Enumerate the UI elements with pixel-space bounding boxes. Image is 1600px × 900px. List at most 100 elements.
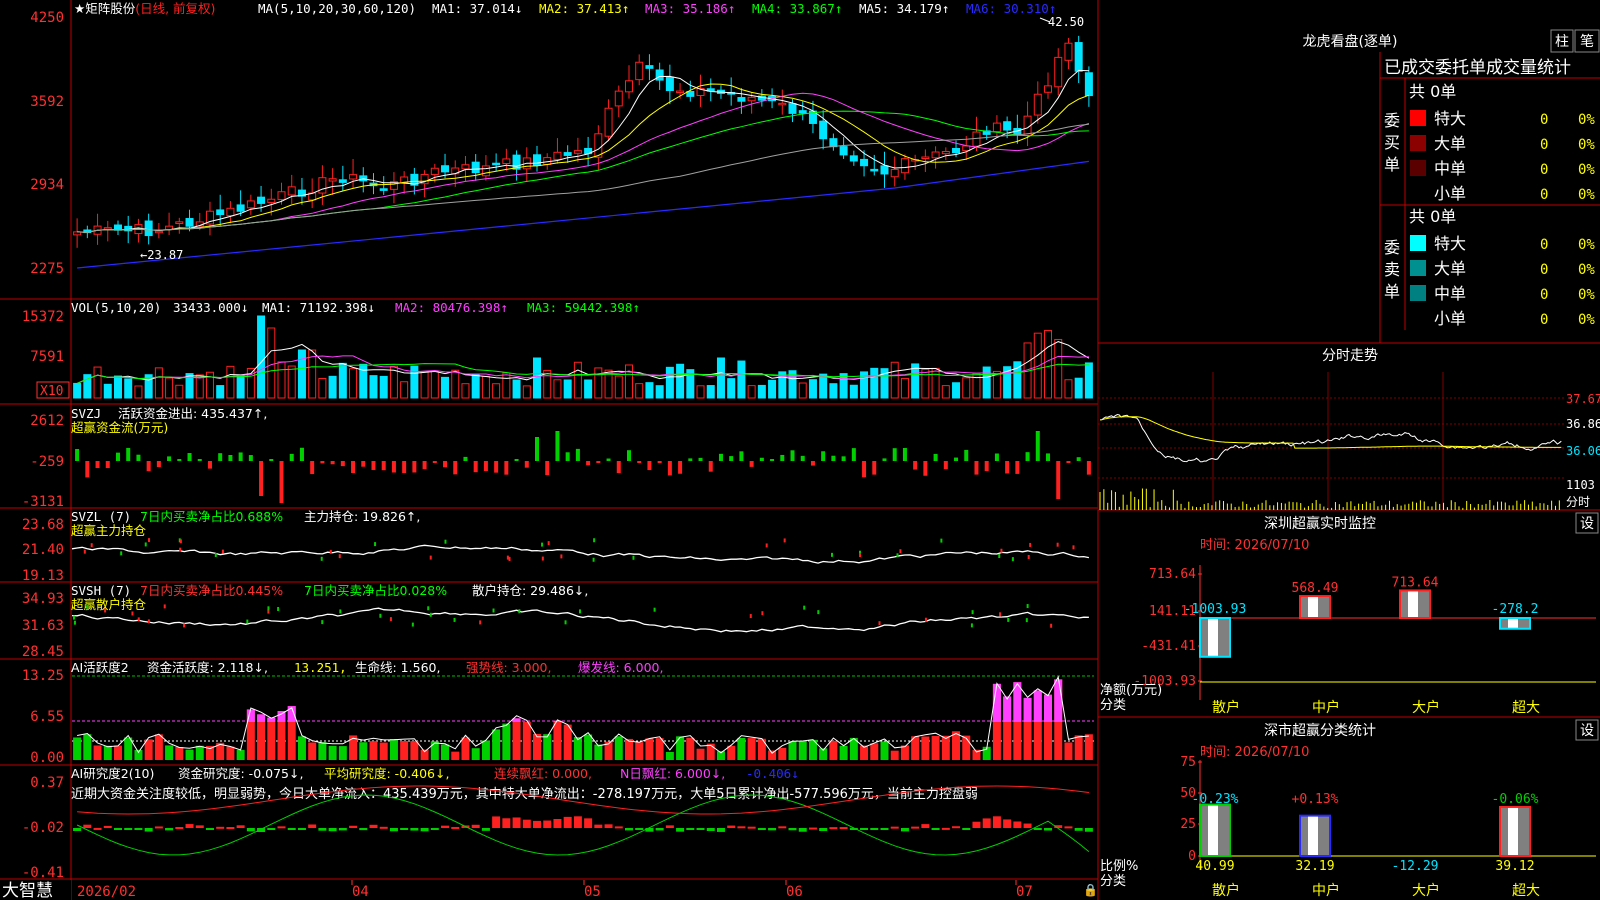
ai-act-label5: 爆发线: 6.000, bbox=[578, 660, 663, 675]
volume-bar bbox=[502, 372, 511, 399]
research-bar bbox=[369, 824, 378, 828]
dot-mark bbox=[83, 549, 86, 554]
volume-bar bbox=[849, 384, 858, 399]
flow-bar bbox=[994, 453, 999, 461]
flow-bar bbox=[933, 453, 938, 461]
candle bbox=[819, 120, 828, 140]
cls-bar-shine bbox=[1508, 807, 1518, 855]
ai-act-label1: 资金活跃度: 2.118↓, bbox=[147, 660, 268, 675]
candlestick-chart[interactable] bbox=[73, 17, 1093, 269]
row-pct: 0% bbox=[1578, 262, 1595, 278]
high-label: 42.50 bbox=[1048, 15, 1084, 29]
research-bar bbox=[880, 828, 889, 830]
ma5-label: MA5: 34.179↑ bbox=[859, 1, 949, 16]
research-bar bbox=[870, 828, 879, 830]
flow-bar bbox=[739, 451, 744, 461]
research-bar bbox=[124, 828, 133, 830]
candle bbox=[103, 227, 112, 230]
flow-bar bbox=[718, 453, 723, 461]
legend-swatch bbox=[1410, 135, 1426, 151]
flow-bar bbox=[667, 461, 672, 476]
research-bar bbox=[594, 824, 603, 828]
dot-mark bbox=[998, 554, 1001, 559]
svg-text:买: 买 bbox=[1384, 133, 1400, 152]
candle bbox=[492, 162, 501, 166]
activity-bar bbox=[195, 745, 204, 760]
ma6-label: MA6: 30.310↑ bbox=[966, 1, 1056, 16]
dot-mark bbox=[453, 617, 456, 622]
activity-bar bbox=[553, 720, 562, 760]
rt-bar bbox=[1299, 595, 1331, 620]
cls-title: 深市超赢分类统计 bbox=[1264, 722, 1376, 739]
research-bar bbox=[1013, 821, 1022, 828]
flow-bar bbox=[494, 461, 499, 473]
flow-bar bbox=[555, 431, 560, 461]
ma3-label: MA3: 35.186↑ bbox=[645, 1, 735, 16]
activity-bar bbox=[921, 736, 930, 760]
research-bar bbox=[430, 828, 439, 830]
candle bbox=[941, 151, 950, 155]
fenshi-chart[interactable] bbox=[1097, 372, 1564, 510]
activity-bar bbox=[676, 736, 685, 760]
flow-bar bbox=[299, 447, 304, 461]
volume-bar bbox=[318, 377, 327, 399]
dot-mark bbox=[1011, 557, 1014, 562]
candle bbox=[328, 178, 337, 182]
activity-bar bbox=[655, 738, 664, 760]
flow-bar bbox=[1005, 461, 1010, 474]
svzl-sub: 超赢主力持仓 bbox=[71, 523, 147, 538]
flow-bar bbox=[688, 458, 693, 461]
candle bbox=[175, 221, 184, 224]
candle bbox=[553, 151, 562, 160]
flow-bar bbox=[330, 461, 335, 465]
svg-text:委: 委 bbox=[1384, 238, 1400, 257]
ai-res-label3: 连续飘红: 0.000, bbox=[494, 766, 592, 781]
volume-bar bbox=[921, 368, 930, 399]
ai-res-header: AI研究度2(10) 资金研究度: -0.075↓, 平均研究度: -0.406… bbox=[71, 766, 978, 802]
volume-bar bbox=[747, 385, 756, 399]
price-y-axis: 4250 3592 2934 2275 bbox=[30, 10, 64, 277]
volume-bar bbox=[430, 370, 439, 399]
rt-bar-shine bbox=[1508, 619, 1518, 628]
svsh-y-axis: 34.93 31.63 28.45 bbox=[22, 591, 64, 660]
activity-bar bbox=[338, 746, 347, 760]
rt-tick: -431.41 bbox=[1141, 639, 1196, 654]
candle bbox=[379, 188, 388, 191]
activity-bar bbox=[624, 738, 633, 760]
row-count: 0 bbox=[1540, 112, 1548, 128]
lock-icon[interactable]: 🔒 bbox=[1083, 883, 1098, 897]
dot-mark bbox=[970, 623, 973, 628]
x-tick: 06 bbox=[786, 884, 803, 900]
row-count: 0 bbox=[1540, 237, 1548, 253]
flow-bar bbox=[136, 454, 141, 461]
candle bbox=[573, 150, 582, 154]
ai-act-tick: 6.55 bbox=[30, 709, 64, 725]
activity-bar bbox=[185, 749, 194, 760]
volume-bar bbox=[379, 375, 388, 399]
candle bbox=[1084, 72, 1093, 97]
dot-mark bbox=[120, 551, 123, 556]
candle bbox=[1003, 121, 1012, 131]
flow-bar bbox=[810, 461, 815, 466]
dot-mark bbox=[179, 547, 182, 552]
volume-bar bbox=[1044, 329, 1053, 399]
flow-bar bbox=[616, 461, 621, 474]
ai-res-tick: -0.02 bbox=[22, 820, 64, 836]
cls-bar-chart: 755025040.99散户32.19中户-12.29大户39.12超大-0.2… bbox=[1180, 755, 1596, 899]
flow-bar bbox=[238, 452, 243, 461]
research-bar bbox=[441, 825, 450, 828]
flow-bar bbox=[75, 449, 80, 461]
research-bar bbox=[502, 818, 511, 828]
flow-bar bbox=[862, 461, 867, 478]
cls-change: -0.23% bbox=[1192, 792, 1239, 807]
rt-title: 深圳超赢实时监控 bbox=[1264, 515, 1376, 532]
research-bar bbox=[73, 828, 82, 831]
candle bbox=[890, 168, 899, 178]
activity-bar bbox=[369, 741, 378, 760]
svzl-title: SVZL (7) bbox=[71, 509, 131, 524]
activity-bar bbox=[829, 740, 838, 760]
flow-bar bbox=[1025, 452, 1030, 461]
volume-bar bbox=[1033, 332, 1042, 399]
candle bbox=[624, 80, 633, 93]
research-bar bbox=[635, 828, 644, 830]
